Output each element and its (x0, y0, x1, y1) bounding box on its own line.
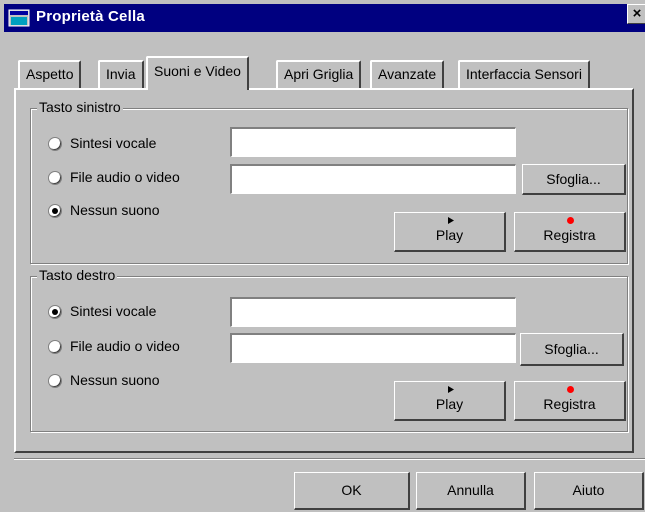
left-radio-sintesi-vocale[interactable]: Sintesi vocale (48, 134, 218, 154)
right-browse-button[interactable]: Sfoglia... (520, 333, 624, 366)
left-radio-file-audio-video[interactable]: File audio o video (48, 168, 218, 188)
tab-aspetto[interactable]: Aspetto (18, 60, 82, 88)
left-record-button[interactable]: Registra (514, 212, 626, 252)
button-label: Play (435, 396, 464, 412)
app-window-icon (8, 9, 30, 27)
properties-dialog: Proprietà Cella × Aspetto Invia Suoni e … (0, 0, 645, 512)
left-radio-nessun-suono[interactable]: Nessun suono (48, 201, 218, 221)
button-label: OK (341, 482, 362, 498)
tab-suoni-e-video[interactable]: Suoni e Video (146, 56, 249, 90)
button-label: Annulla (447, 482, 494, 498)
tab-apri-griglia[interactable]: Apri Griglia (276, 60, 362, 88)
radio-icon (48, 137, 62, 151)
record-icon (567, 217, 574, 224)
right-speech-text-field[interactable] (230, 297, 516, 327)
tab-label: Avanzate (378, 66, 437, 82)
left-speech-text-field[interactable] (230, 127, 516, 157)
play-icon (448, 386, 454, 393)
tab-label: Interfaccia Sensori (466, 66, 582, 82)
radio-label: Nessun suono (70, 372, 160, 388)
left-file-path-field[interactable] (230, 164, 516, 194)
radio-icon (48, 340, 62, 354)
window-title: Proprietà Cella (36, 8, 145, 25)
help-button[interactable]: Aiuto (534, 472, 644, 510)
radio-label: File audio o video (70, 338, 180, 354)
radio-selected-dot (52, 309, 58, 315)
tab-avanzate[interactable]: Avanzate (370, 60, 445, 88)
button-label: Sfoglia... (546, 171, 601, 187)
close-icon: × (632, 5, 642, 22)
radio-label: Sintesi vocale (70, 303, 157, 319)
radio-icon (48, 305, 62, 319)
radio-selected-dot (52, 208, 58, 214)
tab-label: Apri Griglia (284, 66, 354, 82)
record-icon (567, 386, 574, 393)
radio-label: File audio o video (70, 169, 180, 185)
right-file-path-field[interactable] (230, 333, 516, 363)
radio-icon (48, 204, 62, 218)
button-label: Play (435, 227, 464, 243)
button-label: Registra (543, 227, 596, 243)
group-title: Tasto destro (37, 267, 118, 283)
tab-label: Invia (106, 66, 136, 82)
tab-interfaccia-sensori[interactable]: Interfaccia Sensori (458, 60, 590, 88)
right-record-button[interactable]: Registra (514, 381, 626, 421)
left-play-button[interactable]: Play (394, 212, 506, 252)
cancel-button[interactable]: Annulla (416, 472, 526, 510)
button-label: Registra (543, 396, 596, 412)
tab-invia[interactable]: Invia (98, 60, 144, 88)
group-title: Tasto sinistro (37, 99, 123, 115)
radio-icon (48, 171, 62, 185)
tab-label: Suoni e Video (154, 63, 241, 79)
right-play-button[interactable]: Play (394, 381, 506, 421)
radio-label: Nessun suono (70, 202, 160, 218)
right-radio-file-audio-video[interactable]: File audio o video (48, 337, 218, 357)
play-icon (448, 217, 454, 224)
button-label: Aiuto (572, 482, 605, 498)
button-label: Sfoglia... (544, 341, 599, 357)
ok-button[interactable]: OK (294, 472, 410, 510)
radio-label: Sintesi vocale (70, 135, 157, 151)
title-bar[interactable]: Proprietà Cella (4, 4, 645, 32)
tab-label: Aspetto (26, 66, 74, 82)
left-browse-button[interactable]: Sfoglia... (522, 164, 626, 195)
footer-separator (14, 458, 645, 460)
radio-icon (48, 374, 62, 388)
close-button[interactable]: × (627, 4, 645, 24)
right-radio-nessun-suono[interactable]: Nessun suono (48, 371, 218, 391)
right-radio-sintesi-vocale[interactable]: Sintesi vocale (48, 302, 218, 322)
